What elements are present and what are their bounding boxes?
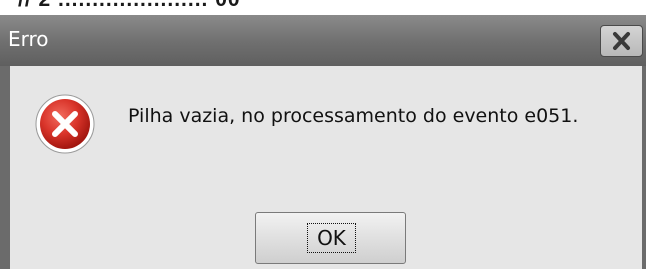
background-partial-text: // 2 ...................... 00 <box>18 0 258 14</box>
error-message: Pilha vazia, no processamento do evento … <box>128 105 579 127</box>
ok-button[interactable]: OK <box>255 212 406 264</box>
close-button[interactable] <box>600 25 643 57</box>
error-dialog: Erro Pilha vazia, no processamento do ev… <box>0 15 646 269</box>
dialog-title: Erro <box>8 27 49 51</box>
dialog-titlebar[interactable]: Erro <box>0 15 646 66</box>
dialog-right-border <box>642 66 646 269</box>
close-x-icon <box>613 32 630 50</box>
background-partial-text-line: // 2 ...................... 00 <box>18 0 258 12</box>
error-icon <box>35 94 95 154</box>
dialog-content: Pilha vazia, no processamento do evento … <box>10 66 642 269</box>
ok-button-label: OK <box>317 226 346 250</box>
dialog-left-border <box>0 66 10 269</box>
screenshot-frame: // 2 ...................... 00 Erro <box>0 0 646 269</box>
